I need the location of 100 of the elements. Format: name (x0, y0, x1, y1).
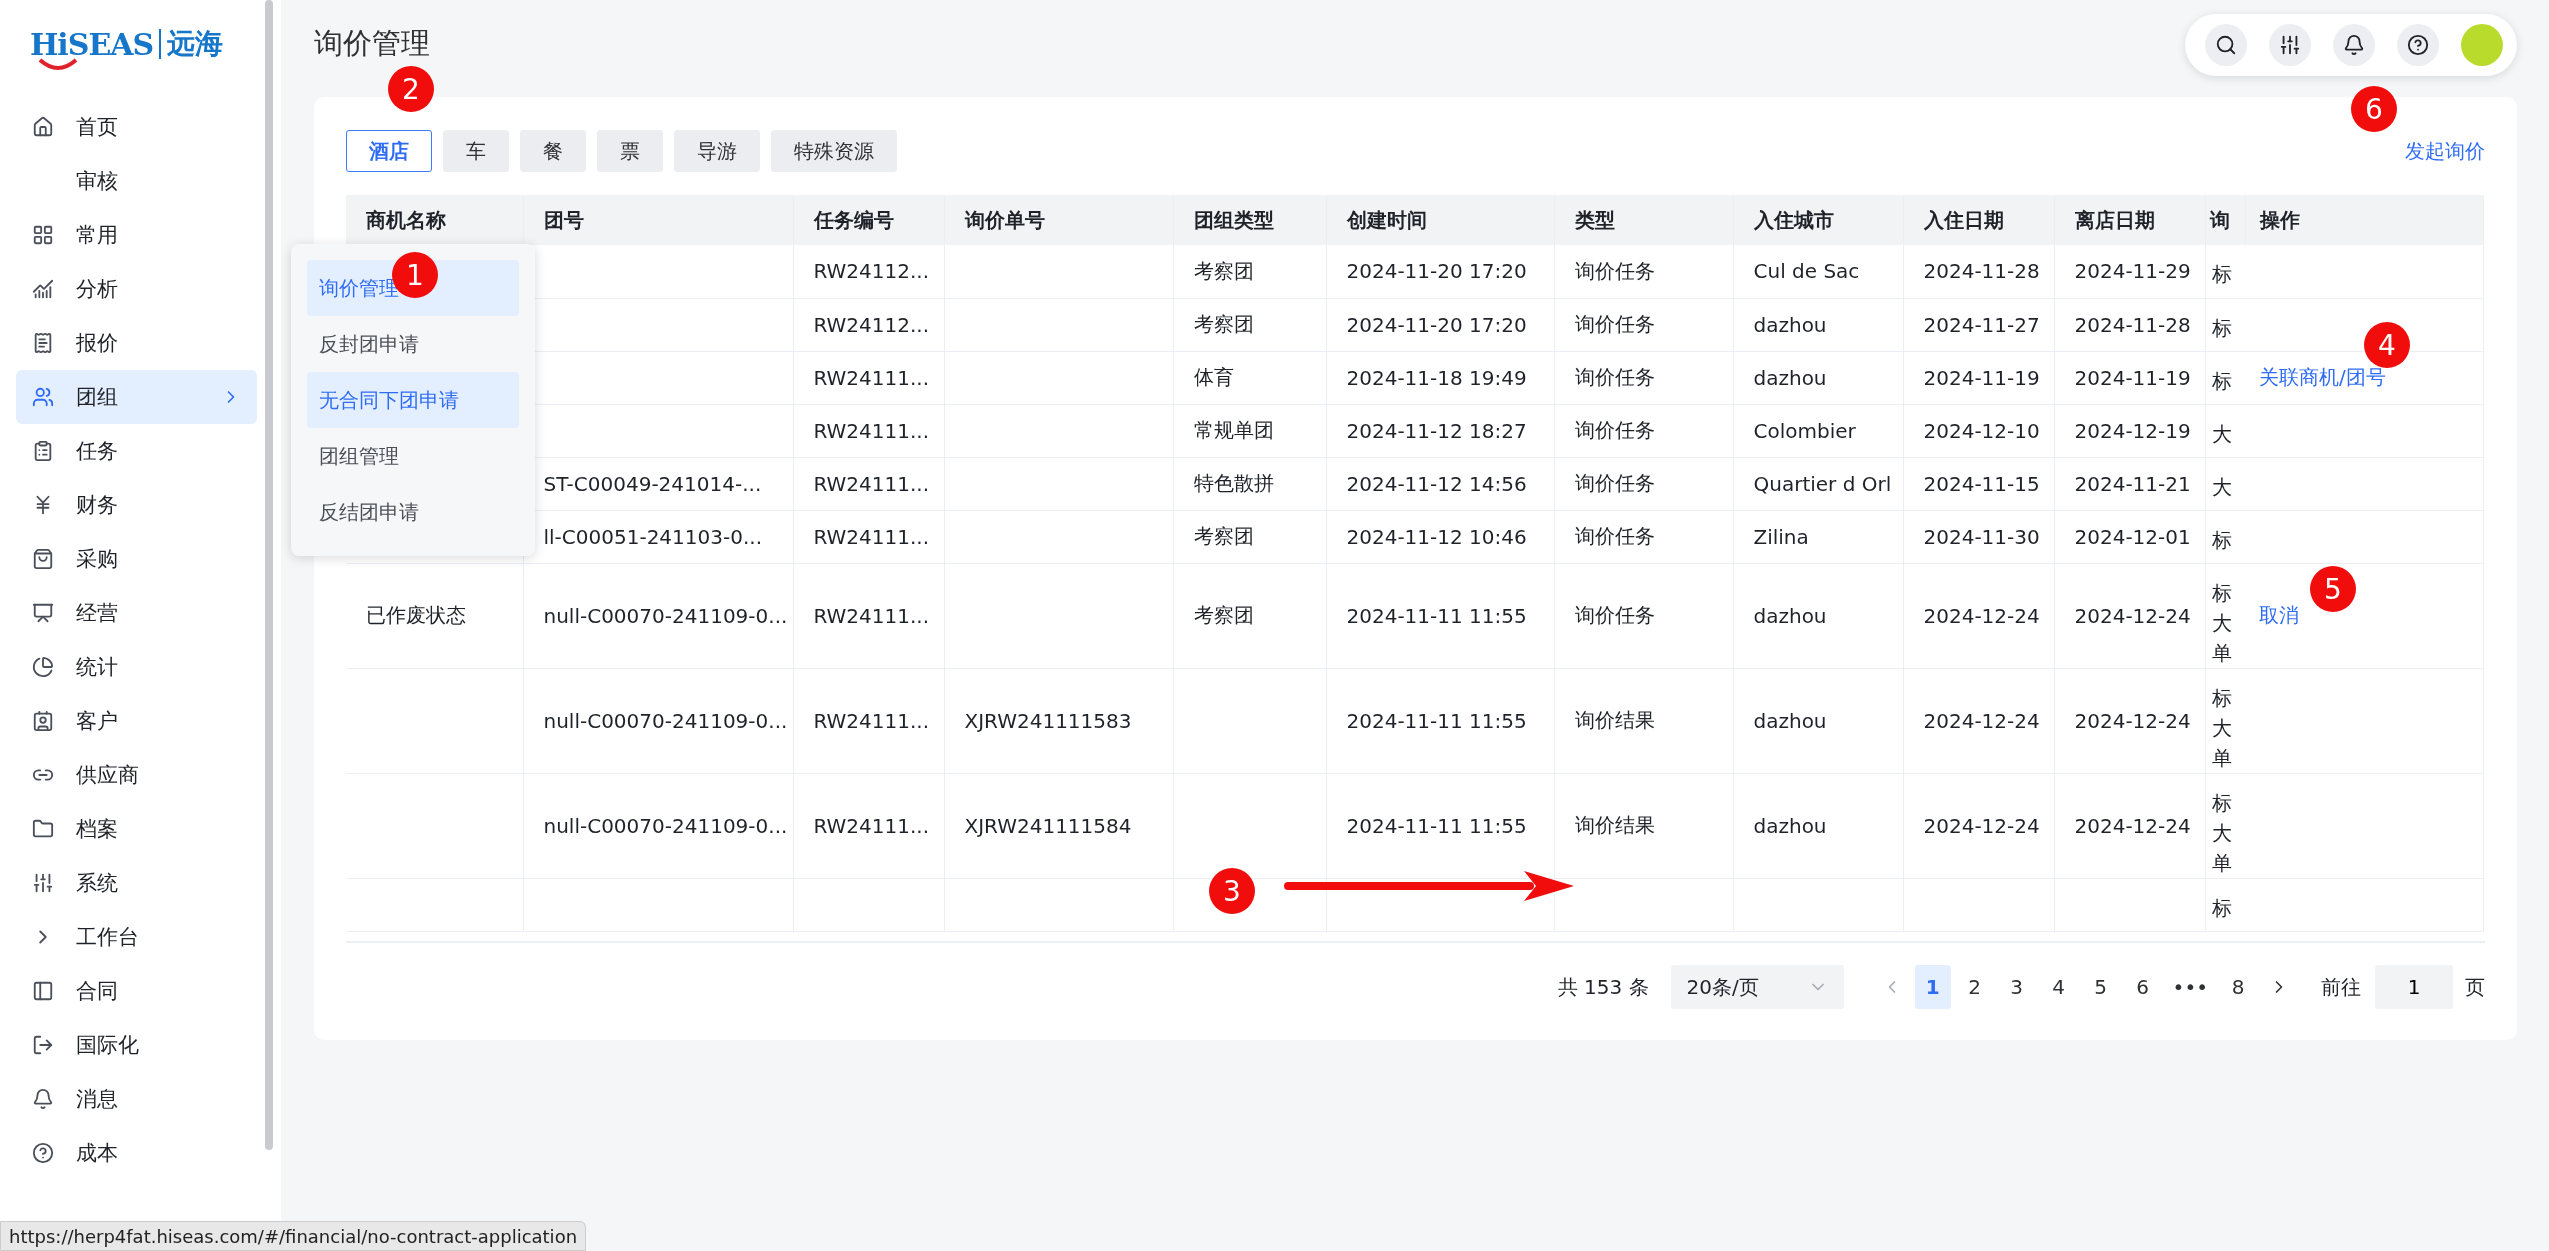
table-cell-text: 大 (2211, 420, 2232, 448)
exit-icon (32, 1034, 54, 1056)
action-link[interactable]: 取消 (2259, 603, 2299, 627)
table-cell: 询价任务 (1574, 312, 1655, 336)
sidebar-item[interactable]: 分析 (16, 262, 257, 316)
sidebar-item[interactable]: 供应商 (16, 748, 257, 802)
tab[interactable]: 特殊资源 (771, 130, 897, 172)
table-cell-text: 标大单 (2211, 684, 2232, 772)
table-cell: 考察团 (1193, 312, 1254, 336)
column-header: 商机名称 (346, 195, 523, 245)
bag-icon (32, 548, 54, 570)
column-header: 创建时间 (1326, 195, 1554, 245)
table-cell: 2024-11-28 (2074, 312, 2191, 337)
sidebar-item[interactable]: 审核 (16, 154, 257, 208)
column-header: 任务编号 (793, 195, 944, 245)
sidebar-item[interactable]: 团组 (16, 370, 257, 424)
table-cell: 已作废状态 (366, 603, 466, 627)
submenu-item[interactable]: 团组管理 (307, 428, 519, 484)
page-button[interactable]: 6 (2124, 965, 2161, 1009)
table-cell-text: 标大单 (2211, 579, 2232, 667)
sidebar-item[interactable]: 系统 (16, 856, 257, 910)
column-header: 入住城市 (1733, 195, 1903, 245)
column-header: 询 (2205, 195, 2245, 245)
pie-chart-icon (32, 656, 54, 678)
table-cell: 考察团 (1193, 258, 1254, 283)
logo-brand: HiSEAS (30, 26, 154, 62)
page-button[interactable]: 8 (2220, 965, 2256, 1009)
table-cell: dazhou (1753, 708, 1827, 733)
table-cell: 2024-12-24 (2074, 708, 2191, 733)
sidebar-item[interactable]: 报价 (16, 316, 257, 370)
table-cell: 2024-11-19 (1923, 365, 2040, 390)
sliders-button[interactable] (2269, 23, 2311, 66)
sidebar-item[interactable]: 合同 (16, 964, 257, 1018)
new-inquiry-link[interactable]: 发起询价 (2405, 137, 2485, 165)
sidebar-item[interactable]: 消息 (16, 1072, 257, 1126)
help-button[interactable] (2397, 23, 2439, 66)
tab[interactable]: 餐 (520, 130, 586, 172)
submenu-item[interactable]: 反结团申请 (307, 484, 519, 540)
table-cell-text: 标 (2211, 314, 2232, 342)
sidebar-item[interactable]: 统计 (16, 640, 257, 694)
sidebar-item[interactable]: 工作台 (16, 910, 257, 964)
table-cell: 2024-11-12 14:56 (1346, 471, 1527, 496)
page-unit: 页 (2465, 973, 2485, 1001)
table-cell: 2024-12-24 (1923, 813, 2040, 838)
table-cell: 2024-11-15 (1923, 471, 2040, 496)
table-cell: 常规单团 (1193, 418, 1274, 442)
sidebar-item[interactable]: 客户 (16, 694, 257, 748)
page-button[interactable]: 3 (1998, 965, 2035, 1009)
sidebar-item[interactable]: 经营 (16, 586, 257, 640)
bell-icon (2343, 33, 2365, 56)
page-size-select[interactable]: 20条/页 (1670, 965, 1844, 1009)
grid-icon (32, 224, 54, 246)
sidebar-item[interactable]: 常用 (16, 208, 257, 262)
status-bar-url: https://herp4fat.hiseas.com/#/financial/no-contract-application (0, 1221, 587, 1251)
callout-marker: 6 (2351, 86, 2397, 132)
table-cell: 询价结果 (1574, 813, 1655, 837)
tab[interactable]: 票 (597, 130, 663, 172)
page-title: 询价管理 (314, 24, 430, 62)
table-cell: 2024-11-12 10:46 (1346, 524, 1527, 549)
table-cell: dazhou (1753, 365, 1827, 390)
action-link[interactable]: 关联商机/团号 (2259, 365, 2386, 389)
column-header: 团组类型 (1173, 195, 1326, 245)
scrollbar[interactable] (265, 0, 273, 1150)
table-cell: Zilina (1753, 524, 1809, 549)
sidebar-item[interactable]: 档案 (16, 802, 257, 856)
tab[interactable]: 车 (443, 130, 509, 172)
table-cell: 询价任务 (1574, 258, 1655, 283)
sidebar-item[interactable]: 任务 (16, 424, 257, 478)
help-icon (32, 1142, 54, 1164)
submenu-item[interactable]: 反封团申请 (307, 316, 519, 372)
table-cell: 2024-12-24 (2074, 813, 2191, 838)
sliders-icon (2279, 33, 2301, 56)
page-button[interactable]: 5 (2082, 965, 2119, 1009)
logo-name: 远海 (167, 26, 224, 62)
table-cell: Quartier d Orl (1753, 471, 1892, 496)
goto-page-field[interactable]: 1 (2375, 965, 2453, 1009)
submenu-item[interactable]: 无合同下团申请 (307, 372, 519, 428)
page-button[interactable]: 4 (2040, 965, 2077, 1009)
table-cell: 2024-11-28 (1923, 259, 2040, 284)
sidebar-item[interactable]: 采购 (16, 532, 257, 586)
goto-label: 前往 (2321, 973, 2361, 1001)
sidebar-item[interactable]: 国际化 (16, 1018, 257, 1072)
bell-button[interactable] (2333, 23, 2375, 66)
tab[interactable]: 酒店 (346, 130, 432, 172)
table-cell: ST-C00049-241014-... (543, 471, 762, 496)
page-button[interactable]: 1 (1914, 965, 1951, 1009)
sidebar-item[interactable]: 成本 (16, 1126, 257, 1180)
table-cell: null-C00070-241109-0... (543, 813, 788, 838)
sidebar-item[interactable]: 首页 (16, 100, 257, 154)
table-cell: 特色散拼 (1193, 471, 1274, 495)
search-button[interactable] (2205, 23, 2247, 66)
table-cell: RW24111... (813, 471, 930, 496)
table-cell: 2024-11-12 18:27 (1346, 418, 1527, 443)
table-cell: 2024-11-11 11:55 (1346, 603, 1527, 628)
tab[interactable]: 导游 (674, 130, 760, 172)
page-button[interactable]: 2 (1956, 965, 1993, 1009)
sidebar-item[interactable]: 财务 (16, 478, 257, 532)
table-cell: RW24112... (813, 312, 930, 337)
page-button[interactable]: ••• (2166, 965, 2214, 1009)
column-header: 询价单号 (944, 195, 1173, 245)
